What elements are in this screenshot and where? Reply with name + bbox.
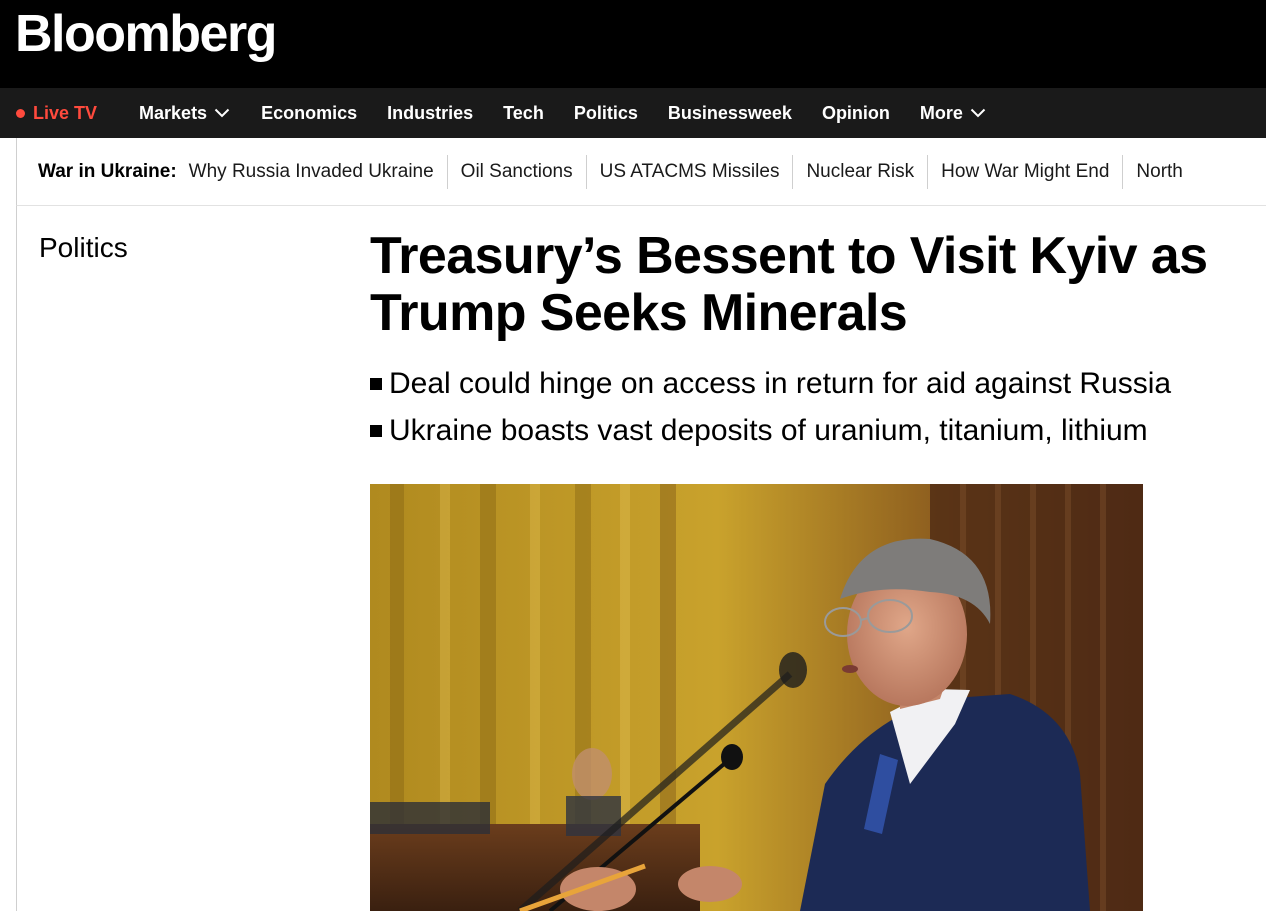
nav-item-label: Tech bbox=[503, 102, 544, 123]
nav-item-label: More bbox=[919, 102, 963, 123]
chevron-down-icon bbox=[214, 108, 230, 118]
bloomberg-logo[interactable]: Bloomberg bbox=[15, 4, 277, 64]
topic-link[interactable]: Oil Sanctions bbox=[448, 154, 587, 189]
nav-item-label: Economics bbox=[261, 102, 358, 123]
hero-photo-illustration bbox=[370, 484, 1143, 911]
live-tv-link[interactable]: Live TV bbox=[16, 88, 97, 138]
live-tv-label: Live TV bbox=[33, 102, 98, 123]
square-bullet-icon bbox=[370, 377, 382, 390]
nav-item-label: Markets bbox=[139, 102, 208, 123]
main-nav: Live TV Markets Economics Industries Tec… bbox=[0, 88, 1266, 138]
nav-item-label: Industries bbox=[387, 102, 474, 123]
topic-link[interactable]: Why Russia Invaded Ukraine bbox=[189, 154, 448, 189]
nav-item-label: Politics bbox=[573, 102, 638, 123]
masthead: Bloomberg bbox=[0, 0, 1266, 88]
nav-item-economics[interactable]: Economics bbox=[261, 88, 357, 138]
hero-image[interactable] bbox=[370, 484, 1143, 911]
nav-item-tech[interactable]: Tech bbox=[503, 88, 544, 138]
article-headline: Treasury’s Bessent to Visit Kyiv as Trum… bbox=[370, 227, 1208, 342]
nav-item-more[interactable]: More bbox=[920, 88, 986, 138]
topic-link[interactable]: US ATACMS Missiles bbox=[587, 154, 794, 189]
live-dot-icon bbox=[16, 108, 25, 118]
nav-item-businessweek[interactable]: Businessweek bbox=[668, 88, 792, 138]
topic-strip: War in Ukraine: Why Russia Invaded Ukrai… bbox=[16, 138, 1266, 206]
nav-item-markets[interactable]: Markets bbox=[139, 88, 230, 138]
summary-bullet: Deal could hinge on access in return for… bbox=[370, 360, 1260, 407]
nav-item-label: Opinion bbox=[821, 102, 890, 123]
nav-item-opinion[interactable]: Opinion bbox=[822, 88, 890, 138]
topic-link[interactable]: How War Might End bbox=[928, 154, 1124, 189]
summary-bullet: Ukraine boasts vast deposits of uranium,… bbox=[370, 407, 1260, 454]
nav-item-industries[interactable]: Industries bbox=[387, 88, 473, 138]
summary-bullet-text: Ukraine boasts vast deposits of uranium,… bbox=[389, 414, 1148, 447]
topic-strip-label: War in Ukraine: bbox=[38, 160, 177, 182]
chevron-down-icon bbox=[970, 108, 986, 118]
summary-bullet-text: Deal could hinge on access in return for… bbox=[389, 367, 1172, 400]
nav-item-label: Businessweek bbox=[667, 102, 792, 123]
topic-link[interactable]: North bbox=[1123, 155, 1195, 189]
article-summary: Deal could hinge on access in return for… bbox=[370, 360, 1260, 454]
section-label[interactable]: Politics bbox=[39, 232, 128, 264]
content-divider bbox=[16, 206, 17, 911]
nav-item-politics[interactable]: Politics bbox=[574, 88, 638, 138]
topic-link[interactable]: Nuclear Risk bbox=[793, 154, 929, 189]
square-bullet-icon bbox=[370, 424, 382, 437]
